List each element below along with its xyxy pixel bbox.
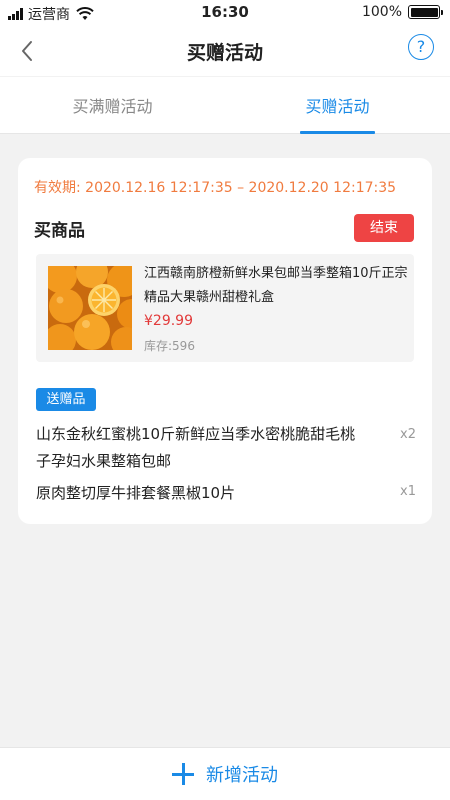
orange-fruit-image — [48, 266, 132, 350]
tab-full-gift[interactable]: 买满赠活动 — [0, 77, 225, 134]
tab-label: 买满赠活动 — [72, 97, 153, 116]
product-stock: 库存:596 — [144, 339, 195, 353]
add-activity-button[interactable]: 新增活动 — [172, 761, 278, 787]
tab-label: 买赠活动 — [305, 97, 370, 116]
product-item[interactable]: 江西赣南脐橙新鲜水果包邮当季整箱10斤正宗精品大果赣州甜橙礼盒 ¥29.99 库… — [36, 254, 414, 362]
tab-buy-gift[interactable]: 买赠活动 — [225, 77, 450, 134]
battery-icon — [408, 5, 443, 19]
nav-bar: 买赠活动 ? — [0, 26, 450, 76]
battery-fill — [410, 7, 438, 17]
gift-item-qty: x2 — [400, 427, 416, 442]
add-activity-label: 新增活动 — [206, 765, 278, 786]
status-right: 100% — [361, 4, 443, 20]
product-price: ¥29.99 — [144, 313, 193, 329]
back-button[interactable] — [12, 35, 44, 67]
gift-badge: 送赠品 — [36, 388, 96, 411]
help-button[interactable]: ? — [408, 34, 434, 60]
validity-period: 有效期: 2020.12.16 12:17:35 – 2020.12.20 12… — [34, 180, 397, 196]
plus-icon — [172, 763, 194, 785]
end-activity-button[interactable]: 结束 — [354, 214, 414, 242]
product-title: 江西赣南脐橙新鲜水果包邮当季整箱10斤正宗精品大果赣州甜橙礼盒 — [144, 266, 408, 305]
battery-percent: 100% — [361, 4, 402, 20]
gift-item-name: 原肉整切厚牛排套餐黑椒10片 — [36, 484, 236, 502]
gift-item-name: 山东金秋红蜜桃10斤新鲜应当季水密桃脆甜毛桃子孕妇水果整箱包邮 — [36, 425, 356, 470]
page-title: 买赠活动 — [186, 42, 263, 64]
tab-bar: 买满赠活动 买赠活动 — [0, 77, 450, 134]
tab-active-indicator — [300, 131, 375, 134]
bottom-action-bar: 新增活动 — [0, 747, 450, 800]
chevron-left-icon — [22, 41, 32, 61]
status-bar: 运营商 16:30 100% — [0, 0, 450, 26]
help-icon: ? — [416, 37, 426, 56]
activity-card[interactable]: 有效期: 2020.12.16 12:17:35 – 2020.12.20 12… — [18, 158, 432, 524]
buy-products-label: 买商品 — [34, 221, 85, 241]
gift-item-qty: x1 — [400, 484, 416, 499]
